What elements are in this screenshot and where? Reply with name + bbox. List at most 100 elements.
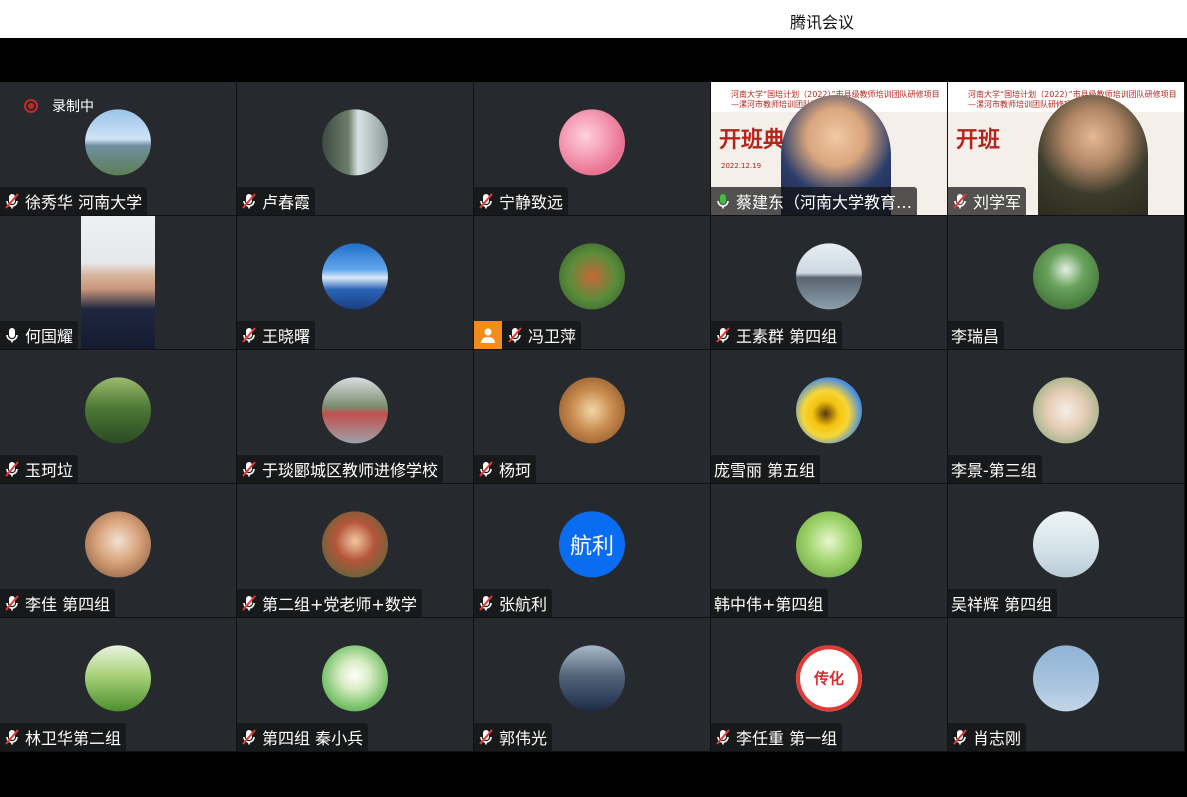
mic-muted-icon <box>506 326 524 344</box>
participant-name: 杨珂 <box>499 461 532 480</box>
participant-nameplate: 李瑞昌 <box>948 321 1005 349</box>
participant-name: 李景-第三组 <box>951 461 1037 480</box>
mic-muted-icon <box>951 728 969 746</box>
mic-muted-icon <box>3 728 21 746</box>
video-feed <box>81 216 155 349</box>
participant-name: 肖志刚 <box>973 729 1022 748</box>
participant-tile[interactable]: 河南大学“国培计划（2022）”市县级教师培训团队研修项目 —漯河市教师培训团队… <box>711 82 947 215</box>
participant-nameplate: 第四组 秦小兵 <box>237 723 369 751</box>
participant-name: 李瑞昌 <box>951 327 1000 346</box>
participant-tile[interactable]: 航利 张航利 <box>474 484 710 617</box>
participant-grid: 录制中徐秀华 河南大学卢春霞宁静致远河南大学“国培计划（2022）”市县级教师培… <box>0 82 1185 752</box>
participant-tile[interactable]: 何国耀 <box>0 216 236 349</box>
participant-name: 王晓曙 <box>262 327 311 346</box>
participant-avatar <box>85 376 151 443</box>
mic-icon <box>3 326 21 344</box>
participant-nameplate: 韩中伟+第四组 <box>711 589 829 617</box>
participant-avatar <box>796 242 862 309</box>
participant-nameplate: 吴祥辉 第四组 <box>948 589 1058 617</box>
participant-tile[interactable]: 李景-第三组 <box>948 350 1184 483</box>
participant-tile[interactable]: 韩中伟+第四组 <box>711 484 947 617</box>
participant-avatar <box>322 510 388 577</box>
participant-nameplate: 杨珂 <box>474 455 537 483</box>
window-title: 腾讯会议 <box>790 13 855 32</box>
participant-nameplate: 李佳 第四组 <box>0 589 116 617</box>
recording-indicator[interactable]: 录制中 <box>24 96 94 116</box>
participant-name: 郭伟光 <box>499 729 548 748</box>
participant-tile[interactable]: 郭伟光 <box>474 618 710 751</box>
mic-muted-icon <box>714 728 732 746</box>
participant-tile[interactable]: 肖志刚 <box>948 618 1184 751</box>
participant-tile[interactable]: 传化李任重 第一组 <box>711 618 947 751</box>
participant-tile[interactable]: 宁静致远 <box>474 82 710 215</box>
participant-tile[interactable]: 李佳 第四组 <box>0 484 236 617</box>
participant-avatar: 航利 <box>559 510 625 577</box>
participant-tile[interactable]: 吴祥辉 第四组 <box>948 484 1184 617</box>
mic-icon <box>714 192 732 210</box>
slide-title: 开班 <box>956 128 1001 153</box>
participant-tile[interactable]: 于琰郾城区教师进修学校 <box>237 350 473 483</box>
participant-tile[interactable]: 第四组 秦小兵 <box>237 618 473 751</box>
speaker-video <box>1038 95 1148 215</box>
participant-name: 卢春霞 <box>262 193 311 212</box>
participant-tile[interactable]: 玉珂垃 <box>0 350 236 483</box>
participant-name: 于琰郾城区教师进修学校 <box>262 461 439 480</box>
participant-avatar <box>1033 242 1099 309</box>
participant-tile[interactable]: 庞雪丽 第五组 <box>711 350 947 483</box>
participant-tile[interactable]: 杨珂 <box>474 350 710 483</box>
participant-avatar <box>559 108 625 175</box>
participant-name: 林卫华第二组 <box>25 729 122 748</box>
participant-nameplate: 郭伟光 <box>474 723 553 751</box>
participant-avatar <box>322 644 388 711</box>
participant-avatar <box>322 108 388 175</box>
logo-text: 传化 <box>796 644 862 711</box>
participant-name: 徐秀华 河南大学 <box>25 193 143 212</box>
participant-nameplate: 刘学军 <box>948 187 1027 215</box>
participant-avatar <box>559 242 625 309</box>
participant-name: 何国耀 <box>25 327 74 346</box>
participant-nameplate: 庞雪丽 第五组 <box>711 455 821 483</box>
participant-tile[interactable]: 王素群 第四组 <box>711 216 947 349</box>
participant-tile[interactable]: 录制中徐秀华 河南大学 <box>0 82 236 215</box>
mic-muted-icon <box>477 728 495 746</box>
participant-name: 李任重 第一组 <box>736 729 838 748</box>
mic-muted-icon <box>240 326 258 344</box>
participant-avatar <box>1033 644 1099 711</box>
participant-avatar <box>559 376 625 443</box>
participant-avatar <box>85 644 151 711</box>
participant-nameplate: 李景-第三组 <box>948 455 1042 483</box>
participant-tile[interactable]: 河南大学“国培计划（2022）”市县级教师培训团队研修项目 —漯河市教师培训团队… <box>948 82 1184 215</box>
participant-tile[interactable]: 林卫华第二组 <box>0 618 236 751</box>
mic-muted-icon <box>714 326 732 344</box>
participant-name: 蔡建东（河南大学教育… <box>736 193 913 212</box>
participant-name: 第二组+党老师+数学 <box>262 595 417 614</box>
bottom-toolbar <box>0 752 1187 797</box>
participant-nameplate: 蔡建东（河南大学教育… <box>711 187 918 215</box>
participant-nameplate: 冯卫萍 <box>474 321 582 349</box>
recording-label: 录制中 <box>52 99 94 115</box>
participant-name: 冯卫萍 <box>528 327 577 346</box>
mic-muted-icon <box>951 192 969 210</box>
participant-tile[interactable]: 第二组+党老师+数学 <box>237 484 473 617</box>
participant-avatar <box>322 242 388 309</box>
participant-name: 李佳 第四组 <box>25 595 111 614</box>
participant-name: 刘学军 <box>973 193 1022 212</box>
mic-muted-icon <box>240 594 258 612</box>
participant-nameplate: 宁静致远 <box>474 187 569 215</box>
participant-nameplate: 王素群 第四组 <box>711 321 843 349</box>
participant-tile[interactable]: 王晓曙 <box>237 216 473 349</box>
participant-nameplate: 王晓曙 <box>237 321 316 349</box>
mic-muted-icon <box>3 594 21 612</box>
participant-avatar <box>559 644 625 711</box>
mic-muted-icon <box>3 460 21 478</box>
participant-avatar <box>85 510 151 577</box>
participant-avatar <box>796 510 862 577</box>
person-icon <box>474 321 502 349</box>
participant-name: 韩中伟+第四组 <box>714 595 824 614</box>
participant-tile[interactable]: 卢春霞 <box>237 82 473 215</box>
participant-tile[interactable]: 冯卫萍 <box>474 216 710 349</box>
mic-muted-icon <box>240 728 258 746</box>
participant-avatar <box>1033 376 1099 443</box>
mic-muted-icon <box>477 192 495 210</box>
participant-tile[interactable]: 李瑞昌 <box>948 216 1184 349</box>
